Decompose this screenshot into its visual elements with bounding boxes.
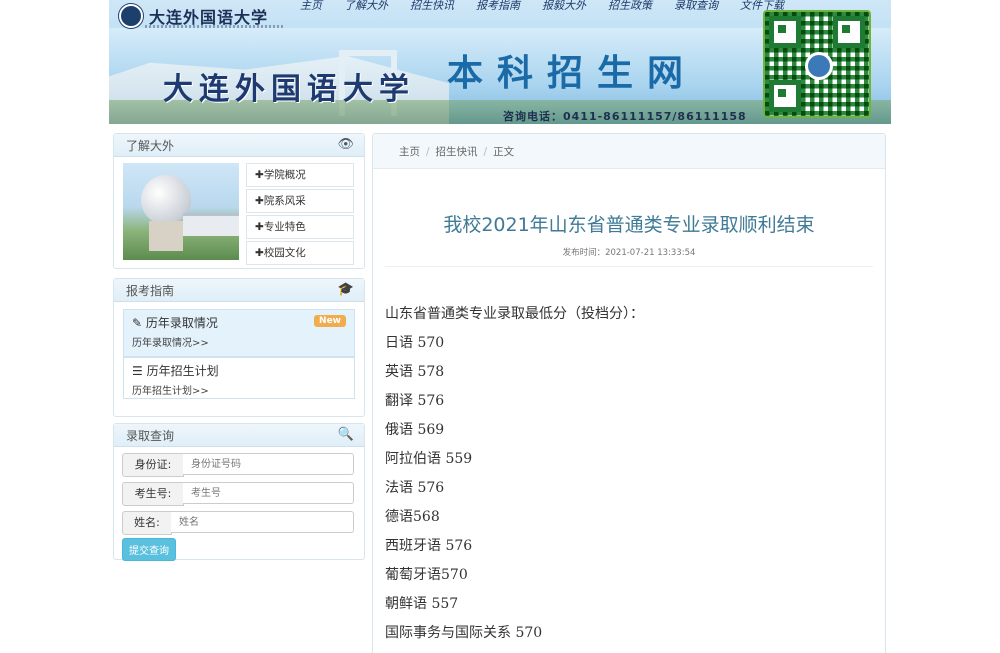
site-header: 大连外国语大学 主页 了解大外 招生快讯 报考指南 报毅大外 招生政策 录取查询… bbox=[109, 0, 891, 124]
article-line: 西班牙语 576 bbox=[385, 538, 473, 554]
nav-apply[interactable]: 报毅大外 bbox=[531, 0, 597, 12]
about-links: ✚学院概况 ✚院系风采 ✚专业特色 ✚校园文化 bbox=[246, 163, 354, 267]
publish-time: 发布时间：2021-07-21 13:33:54 bbox=[562, 248, 696, 258]
article-line: 翻译 576 bbox=[385, 393, 445, 409]
new-badge: New bbox=[314, 315, 346, 327]
panel-about: 了解大外 👁 ✚学院概况 ✚院系风采 ✚专业特色 ✚校园文化 bbox=[113, 133, 365, 269]
panel-guide-header: 报考指南 🎓 bbox=[114, 279, 364, 302]
panel-query-header: 录取查询 🔍 bbox=[114, 424, 364, 447]
id-card-label: 身份证: bbox=[122, 453, 184, 477]
panel-about-title: 了解大外 bbox=[126, 139, 175, 153]
site-title: 本科招生网 bbox=[447, 52, 698, 94]
article-line: 国际事务与国际关系 570 bbox=[385, 625, 543, 641]
breadcrumb-home[interactable]: 主页 bbox=[399, 146, 420, 158]
article-line: 法语 576 bbox=[385, 480, 445, 496]
nav-query[interactable]: 录取查询 bbox=[663, 0, 729, 12]
article-title: 我校2021年山东省普通类专业录取顺利结束 bbox=[443, 214, 815, 236]
nav-home[interactable]: 主页 bbox=[289, 0, 333, 12]
contact-phone: 咨询电话：0411-86111157/86111158 bbox=[503, 110, 747, 123]
main-nav: 主页 了解大外 招生快讯 报考指南 报毅大外 招生政策 录取查询 文件下载 bbox=[289, 0, 795, 12]
divider bbox=[385, 266, 873, 267]
guide-item-link[interactable]: 历年录取情况>> bbox=[132, 334, 209, 349]
nav-guide[interactable]: 报考指南 bbox=[465, 0, 531, 12]
panel-query-title: 录取查询 bbox=[126, 429, 175, 443]
submit-query-button[interactable]: 提交查询 bbox=[122, 538, 176, 561]
campus-name: 大连外国语大学 bbox=[163, 72, 415, 107]
link-department-style[interactable]: ✚院系风采 bbox=[246, 189, 354, 213]
guide-item-admission-history[interactable]: ✎ 历年录取情况 New 历年录取情况>> bbox=[123, 309, 355, 357]
breadcrumb: 主页 / 招生快讯 / 正文 bbox=[373, 134, 885, 169]
article-body: 山东省普通类专业录取最低分（投档分）： 日语 570 英语 578 翻译 576… bbox=[385, 300, 644, 648]
article-line: 朝鲜语 557 bbox=[385, 596, 459, 612]
search-icon: 🔍 bbox=[337, 427, 354, 442]
article-line: 阿拉伯语 559 bbox=[385, 451, 473, 467]
link-campus-culture[interactable]: ✚校园文化 bbox=[246, 241, 354, 265]
link-college-overview[interactable]: ✚学院概况 bbox=[246, 163, 354, 187]
campus-sculpture-photo bbox=[123, 163, 239, 260]
guide-item-link[interactable]: 历年招生计划>> bbox=[132, 382, 209, 397]
nav-news[interactable]: 招生快讯 bbox=[399, 0, 465, 12]
panel-query: 录取查询 🔍 身份证: 考生号: 姓名: 提交查询 bbox=[113, 423, 365, 561]
id-card-input[interactable] bbox=[183, 453, 354, 475]
university-seal-icon bbox=[119, 4, 143, 28]
eye-icon: 👁 bbox=[337, 137, 354, 152]
nav-about[interactable]: 了解大外 bbox=[333, 0, 399, 12]
article-panel: 主页 / 招生快讯 / 正文 我校2021年山东省普通类专业录取顺利结束 发布时间：20… bbox=[372, 133, 886, 653]
panel-guide-title: 报考指南 bbox=[126, 284, 175, 298]
article-line: 英语 578 bbox=[385, 364, 445, 380]
panel-about-header: 了解大外 👁 bbox=[114, 134, 364, 157]
article-line: 俄语 569 bbox=[385, 422, 445, 438]
graduation-cap-icon: 🎓 bbox=[337, 282, 354, 297]
link-major-features[interactable]: ✚专业特色 bbox=[246, 215, 354, 239]
panel-guide: 报考指南 🎓 ✎ 历年录取情况 New 历年录取情况>> ☰ 历年招生计划 历年… bbox=[113, 278, 365, 417]
exam-number-label: 考生号: bbox=[122, 482, 184, 506]
guide-item-enrollment-plan[interactable]: ☰ 历年招生计划 历年招生计划>> bbox=[123, 357, 355, 399]
article-line: 山东省普通类专业录取最低分（投档分）： bbox=[385, 306, 644, 322]
breadcrumb-current: 正文 bbox=[493, 146, 515, 158]
pencil-icon: ✎ bbox=[132, 316, 143, 330]
article-line: 德语568 bbox=[385, 509, 440, 525]
list-icon: ☰ bbox=[132, 364, 143, 378]
breadcrumb-news[interactable]: 招生快讯 bbox=[436, 146, 478, 158]
logo-subtitle-line bbox=[145, 25, 285, 28]
article-line: 日语 570 bbox=[385, 335, 445, 351]
name-label: 姓名: bbox=[122, 511, 172, 535]
nav-policy[interactable]: 招生政策 bbox=[597, 0, 663, 12]
qr-code-image bbox=[763, 10, 871, 118]
exam-number-input[interactable] bbox=[183, 482, 354, 504]
qr-logo-icon bbox=[805, 52, 833, 80]
name-input[interactable] bbox=[171, 511, 354, 533]
article-line: 葡萄牙语570 bbox=[385, 567, 468, 583]
